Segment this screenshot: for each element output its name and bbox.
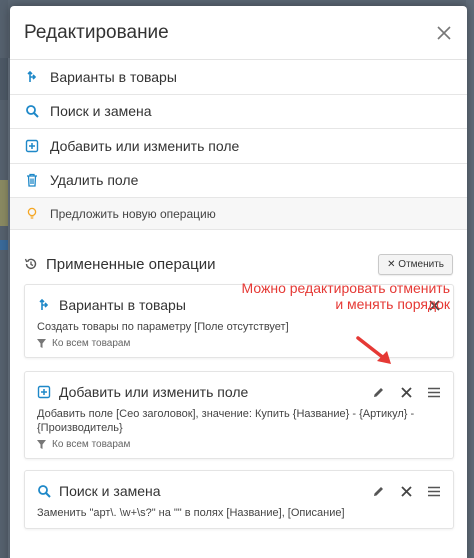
filter-icon [37, 440, 46, 449]
trash-icon [24, 172, 40, 188]
card-header: Добавить или изменить поле [37, 382, 441, 402]
suggest-operation[interactable]: Предложить новую операцию [10, 198, 467, 230]
card-filter-label: Ко всем товарам [52, 338, 131, 349]
plus-square-icon [37, 385, 51, 399]
modal-header: Редактирование [10, 6, 467, 60]
operation-search-replace[interactable]: Поиск и замена [10, 95, 467, 129]
lightbulb-icon [24, 207, 40, 221]
operations-list: Варианты в товары Поиск и замена Добавит… [10, 60, 467, 230]
operation-variants-to-products[interactable]: Варианты в товары [10, 60, 467, 95]
pencil-icon[interactable] [371, 385, 385, 399]
annotation-text: Можно редактировать отменить и менять по… [241, 280, 450, 312]
card-actions [371, 385, 441, 399]
plus-square-icon [24, 138, 40, 154]
operation-label: Поиск и замена [50, 103, 152, 120]
card-header: Поиск и замена [37, 481, 441, 501]
card-description: Заменить "арт\. \w+\s?" на "" в полях [Н… [37, 507, 345, 519]
card-title: Добавить или изменить поле [37, 384, 248, 400]
card-title-label: Варианты в товары [59, 297, 186, 313]
background-right-edge [466, 0, 474, 558]
applied-card-add-field[interactable]: Добавить или изменить поле Добавить поле… [24, 371, 454, 459]
drag-menu-icon[interactable] [427, 484, 441, 498]
history-icon [24, 257, 38, 271]
operation-label: Варианты в товары [50, 68, 177, 85]
applied-title: Примененные операции [24, 256, 215, 273]
filter-icon [37, 339, 46, 348]
card-title-label: Добавить или изменить поле [59, 384, 249, 400]
variants-icon [37, 298, 51, 312]
drag-menu-icon[interactable] [427, 385, 441, 399]
card-description: Добавить поле [Сео заголовок], значение:… [37, 408, 415, 434]
card-actions [371, 484, 441, 498]
applied-card-search-replace[interactable]: Поиск и замена Заменить "арт\. \w+\s?" н… [24, 470, 454, 529]
operation-label: Удалить поле [50, 172, 139, 189]
variants-icon [24, 69, 40, 85]
search-icon [37, 484, 51, 498]
applied-title-label: Примененные операции [46, 255, 216, 273]
close-icon[interactable] [433, 22, 455, 44]
close-icon[interactable] [399, 385, 413, 399]
card-title: Поиск и замена [37, 483, 161, 499]
applied-header: Примененные операции ✕ Отменить [10, 250, 467, 278]
card-title-label: Поиск и замена [59, 483, 161, 499]
card-filter: Ко всем товарам [37, 439, 441, 450]
cancel-button[interactable]: ✕ Отменить [378, 253, 453, 275]
operation-add-edit-field[interactable]: Добавить или изменить поле [10, 129, 467, 164]
card-description: Создать товары по параметру [Поле отсутс… [37, 321, 289, 333]
modal-title: Редактирование [24, 21, 169, 43]
card-filter-label: Ко всем товарам [52, 439, 131, 450]
suggest-label: Предложить новую операцию [50, 206, 216, 221]
operation-label: Добавить или изменить поле [50, 137, 240, 154]
background-left-bar [0, 58, 8, 100]
background-left-highlight [0, 180, 8, 226]
annotation-arrow-icon [356, 336, 391, 364]
card-title: Варианты в товары [37, 297, 186, 313]
close-icon[interactable] [399, 484, 413, 498]
pencil-icon[interactable] [371, 484, 385, 498]
background-left-accent [0, 240, 8, 250]
operation-delete-field[interactable]: Удалить поле [10, 164, 467, 198]
search-icon [24, 103, 40, 119]
